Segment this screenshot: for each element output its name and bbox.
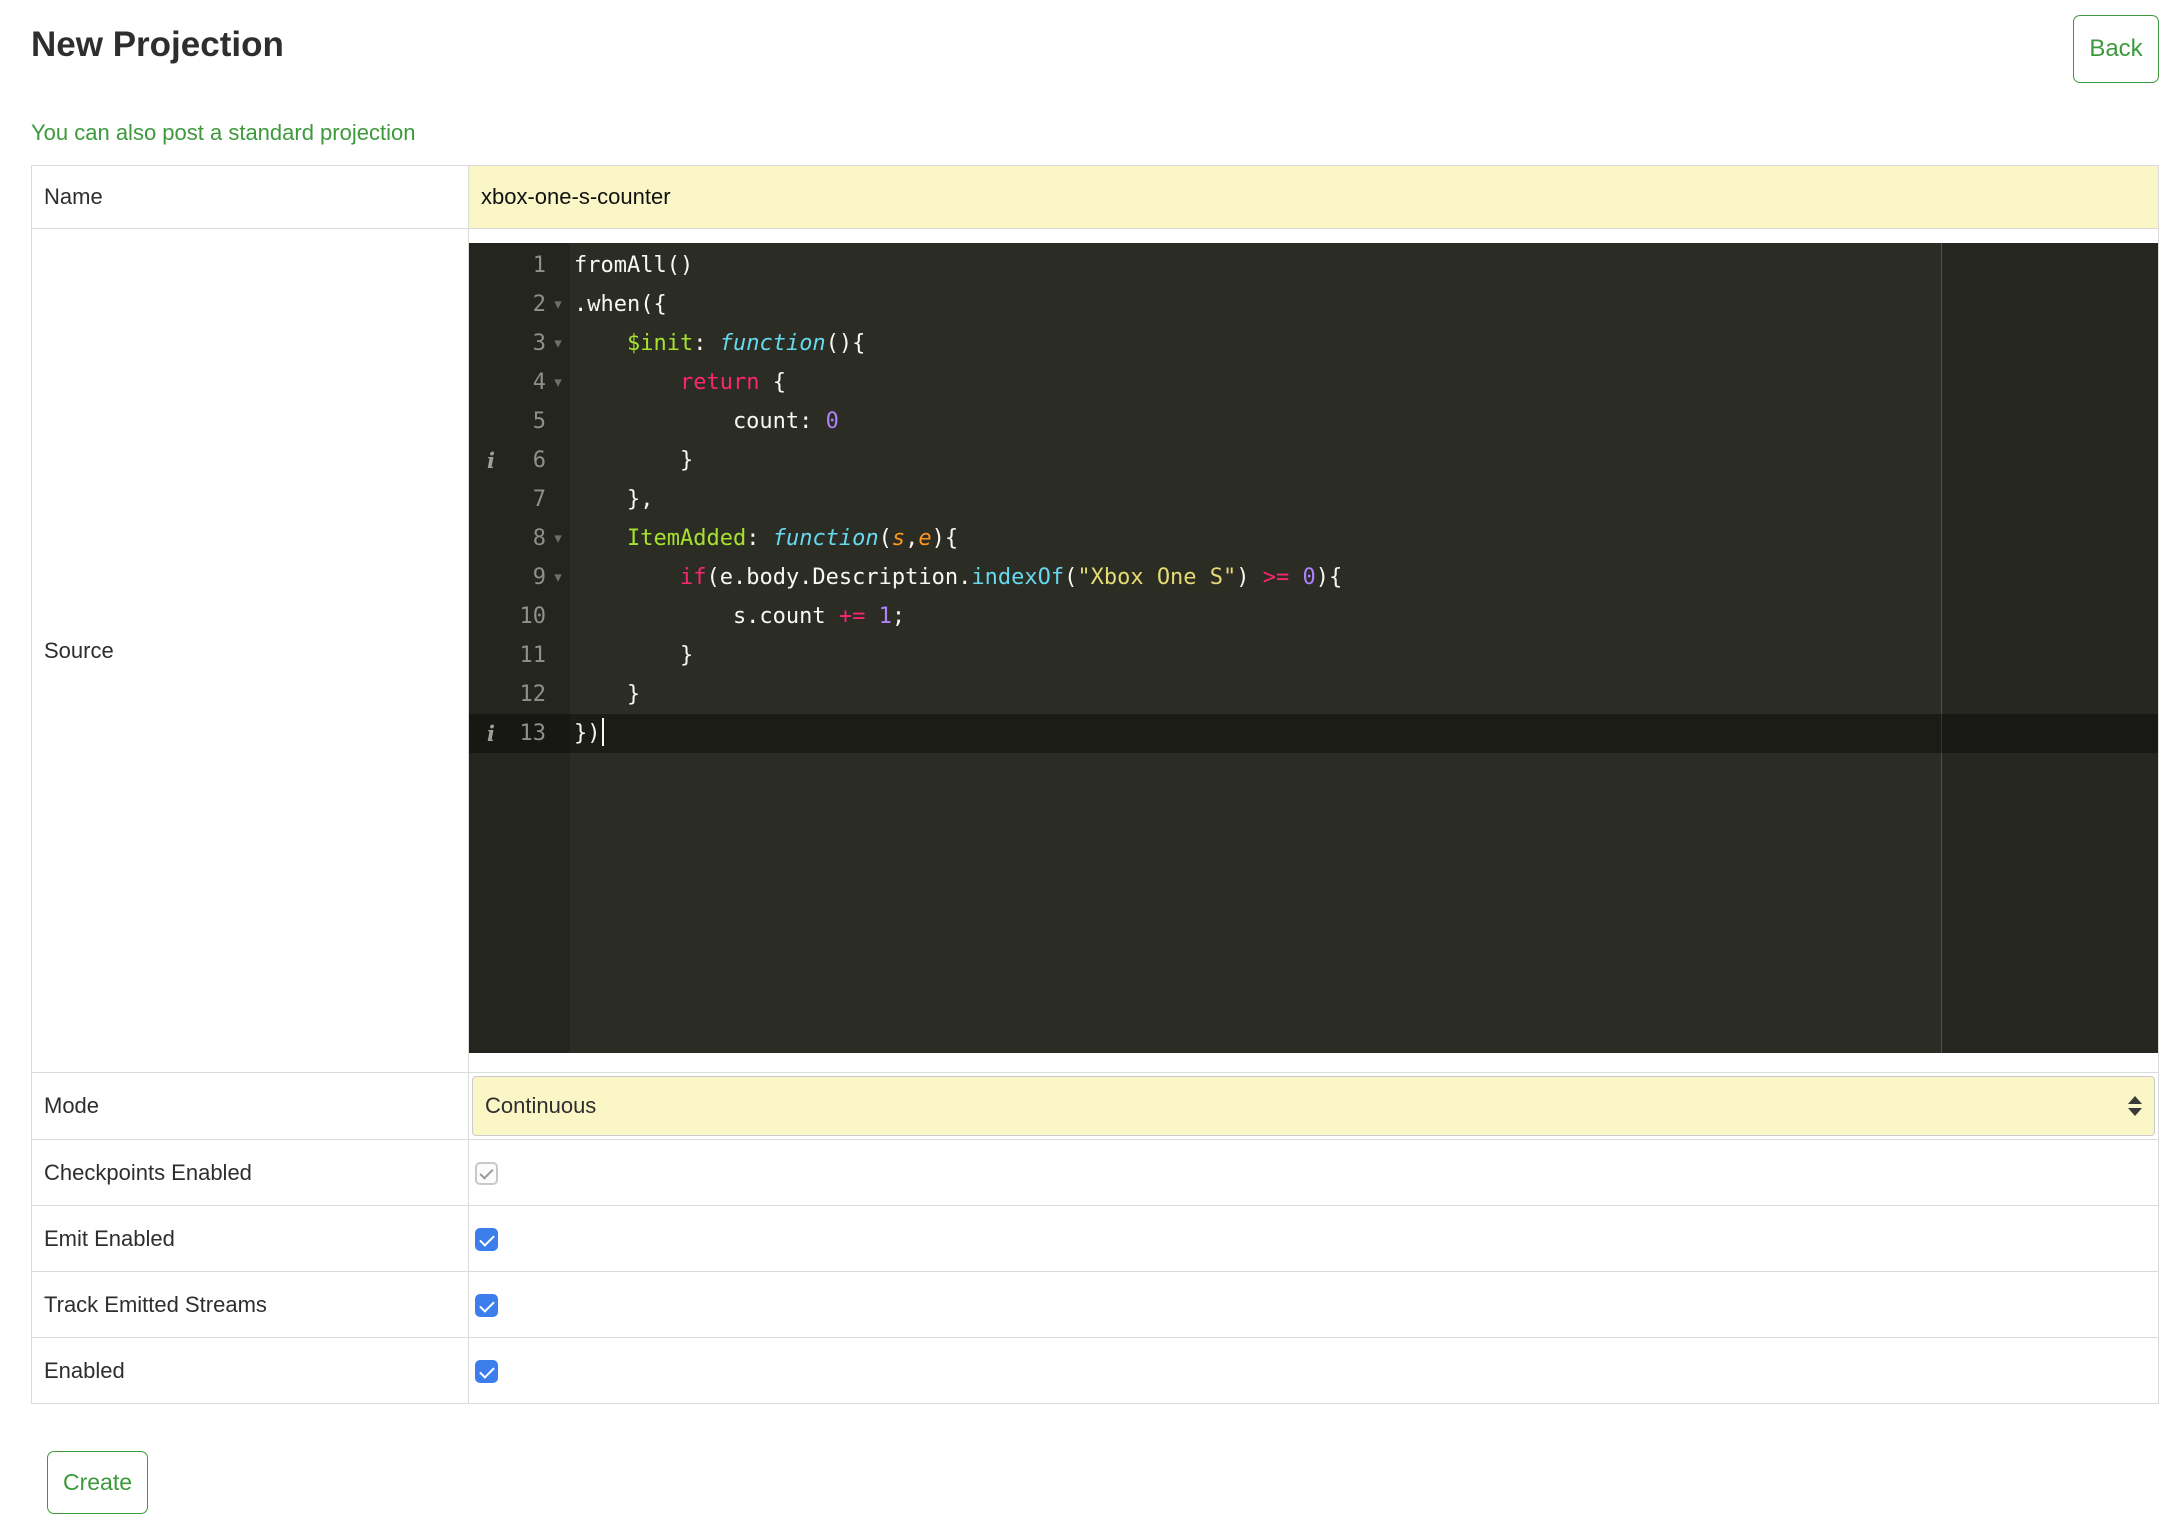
projection-form: Name Source 1fromAll()2▾.when({3▾ $init:… [31,165,2159,1404]
fold-arrow-icon[interactable]: ▾ [546,285,570,324]
mode-label: Mode [31,1072,469,1140]
gutter-cell: 2 ▾ [469,285,570,324]
standard-projection-link[interactable]: You can also post a standard projection [31,120,415,146]
enabled-row: Enabled [31,1337,2159,1404]
code-line: } [574,448,694,473]
gutter-cell: 3 ▾ [469,324,570,363]
mode-value-cell: Continuous [468,1072,2159,1140]
emit-enabled-cell [468,1205,2159,1272]
editor-lines: 1 fromAll() 2 ▾ .when({3 ▾ $init: function(){… [469,246,2158,753]
checkpoints-enabled-checkbox [475,1162,498,1186]
line-number: 7 [532,487,546,512]
track-emitted-streams-row: Track Emitted Streams [31,1271,2159,1338]
line-number: 5 [532,409,546,434]
name-input[interactable] [469,166,2158,228]
fold-arrow-icon[interactable]: ▾ [546,519,570,558]
line-number: 9 [532,565,546,590]
editor-line: 10 s.count += 1; [469,597,2158,636]
gutter-cell: 4 ▾ [469,363,570,402]
line-number: 6 [532,448,546,473]
gutter-cell: 8 ▾ [469,519,570,558]
editor-line: 7 }, [469,480,2158,519]
enabled-checkbox[interactable] [475,1360,498,1384]
editor-line: 2 ▾ .when({ [469,285,2158,324]
select-arrows-icon [2128,1096,2142,1116]
code-line: } [574,682,641,707]
gutter-cell: 10 [469,597,570,636]
checkpoints-enabled-row: Checkpoints Enabled [31,1139,2159,1206]
fold-arrow-icon[interactable]: ▾ [546,558,570,597]
checkpoints-enabled-label: Checkpoints Enabled [31,1139,469,1206]
mode-select-value: Continuous [485,1093,597,1118]
enabled-label: Enabled [31,1337,469,1404]
gutter-cell: i 13 [469,714,570,753]
name-row: Name [31,165,2159,229]
editor-line: 8 ▾ ItemAdded: function(s,e){ [469,519,2158,558]
emit-enabled-row: Emit Enabled [31,1205,2159,1272]
line-number: 4 [532,370,546,395]
name-value-cell [468,165,2159,229]
gutter-cell: 7 [469,480,570,519]
line-number: 10 [519,604,547,629]
editor-line: 12 } [469,675,2158,714]
emit-enabled-checkbox[interactable] [475,1228,498,1252]
editor-line: 11 } [469,636,2158,675]
code-line: ItemAdded: function(s,e){ [626,526,959,551]
name-label: Name [31,165,469,229]
line-number: 1 [532,253,546,278]
code-line: s.count += 1; [574,604,906,629]
track-emitted-streams-cell [468,1271,2159,1338]
track-emitted-streams-checkbox[interactable] [475,1294,498,1318]
code-line: } [574,643,694,668]
mode-select[interactable]: Continuous [472,1076,2155,1136]
gutter-cell: 11 [469,636,570,675]
gutter-cell: 9 ▾ [469,558,570,597]
source-row: Source 1 fromAll() 2 ▾ .when({3 ▾ $init: func… [31,228,2159,1073]
editor-line: i6 } [469,441,2158,480]
editor-line: 4 ▾ return { [469,363,2158,402]
editor-line: 9 ▾ if(e.body.Description.indexOf("Xbox O… [469,558,2158,597]
editor-line: 5 count: 0 [469,402,2158,441]
track-emitted-streams-label: Track Emitted Streams [31,1271,469,1338]
source-label: Source [31,228,469,1073]
create-button[interactable]: Create [47,1451,149,1514]
code-line: .when({ [574,292,667,317]
source-value-cell: 1 fromAll() 2 ▾ .when({3 ▾ $init: function(){… [468,228,2159,1073]
code-line: $init: function(){ [626,331,866,356]
enabled-cell [468,1337,2159,1404]
new-projection-page: New Projection Back You can also post a … [0,0,2166,1514]
gutter-cell: 5 [469,402,570,441]
back-button[interactable]: Back [2073,15,2159,83]
code-line: count: 0 [574,409,839,434]
line-number: 11 [519,643,547,668]
page-title: New Projection [31,25,284,64]
emit-enabled-label: Emit Enabled [31,1205,469,1272]
source-code-editor[interactable]: 1 fromAll() 2 ▾ .when({3 ▾ $init: function(){… [469,243,2158,1053]
mode-row: Mode Continuous [31,1072,2159,1140]
gutter-cell: 1 [469,246,570,285]
fold-arrow-icon[interactable]: ▾ [546,324,570,363]
info-icon: i [487,448,495,473]
line-number: 12 [519,682,547,707]
editor-line: 1 fromAll() [469,246,2158,285]
gutter-cell: 12 [469,675,570,714]
checkpoints-enabled-cell [468,1139,2159,1206]
text-cursor [601,718,604,746]
editor-line: i 13}) [469,714,2158,753]
code-line: }, [574,487,654,512]
gutter-cell: i6 [469,441,570,480]
code-line: if(e.body.Description.indexOf("Xbox One … [679,565,1343,590]
info-icon: i [487,721,495,746]
line-number: 2 [532,292,546,317]
line-number: 3 [532,331,546,356]
fold-arrow-icon[interactable]: ▾ [546,363,570,402]
code-line: }) [570,714,2158,753]
code-line: return { [679,370,786,395]
code-line: fromAll() [574,253,694,278]
editor-line: 3 ▾ $init: function(){ [469,324,2158,363]
line-number: 8 [532,526,546,551]
line-number: 13 [519,721,547,746]
